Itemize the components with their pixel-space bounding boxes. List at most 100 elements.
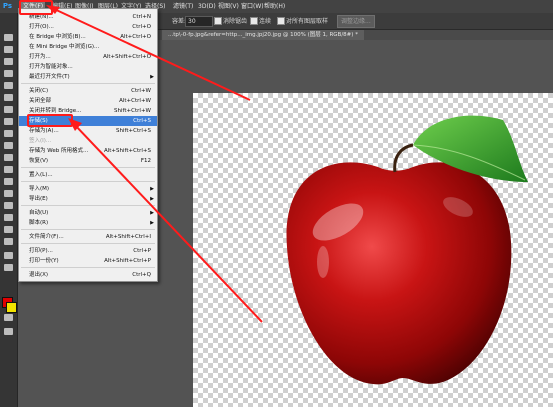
menu-window[interactable]: 窗口(W) <box>241 1 264 12</box>
tolerance-label: 容差: <box>172 18 187 25</box>
menu-item-recent-files[interactable]: 最近打开文件(T) ▶ <box>19 72 157 82</box>
menu-item-label: 文件简介(F)... <box>29 234 64 240</box>
menu-item-exit[interactable]: 退出(X) Ctrl+Q <box>19 270 157 280</box>
menu-item-print[interactable]: 打印(P)... Ctrl+P <box>19 246 157 256</box>
file-menu-dropdown: 新建(N)... Ctrl+N 打开(O)... Ctrl+O 在 Bridge… <box>18 8 158 282</box>
menu-item-automate[interactable]: 自动(U) ▶ <box>19 208 157 218</box>
magic-wand-tool-icon[interactable] <box>3 69 14 78</box>
dodge-tool-icon[interactable] <box>3 189 14 198</box>
tolerance-input[interactable]: 30 <box>185 16 213 27</box>
antialias-checkbox[interactable] <box>214 17 222 25</box>
sample-all-label: 对所有图层取样 <box>286 18 329 25</box>
menu-separator <box>21 229 155 230</box>
menu-item-label: 导入(M) <box>29 186 50 192</box>
eyedropper-tool-icon[interactable] <box>3 93 14 102</box>
menu-item-check-in[interactable]: 签入(I)... <box>19 136 157 146</box>
menu-item-scripts[interactable]: 脚本(R) ▶ <box>19 218 157 228</box>
menu-item-shortcut: Ctrl+S <box>133 118 151 124</box>
menu-item-print-one-copy[interactable]: 打印一份(Y) Alt+Shift+Ctrl+P <box>19 256 157 266</box>
antialias-label: 消除锯齿 <box>223 18 248 25</box>
ps-logo-icon: Ps <box>2 2 13 10</box>
brush-tool-icon[interactable] <box>3 117 14 126</box>
healing-tool-icon[interactable] <box>3 105 14 114</box>
sample-all-checkbox[interactable] <box>277 17 285 25</box>
menu-separator <box>21 83 155 84</box>
crop-tool-icon[interactable] <box>3 81 14 90</box>
gradient-tool-icon[interactable] <box>3 165 14 174</box>
move-tool-icon[interactable] <box>3 33 14 42</box>
menu-item-file-info[interactable]: 文件简介(F)... Alt+Shift+Ctrl+I <box>19 232 157 242</box>
menu-item-label: 打印(P)... <box>29 248 53 254</box>
history-brush-tool-icon[interactable] <box>3 141 14 150</box>
menu-item-label: 存储为 Web 所用格式... <box>29 148 89 154</box>
menu-item-shortcut: Alt+Shift+Ctrl+O <box>103 54 151 60</box>
menu-item-label: 在 Mini Bridge 中浏览(G)... <box>29 44 100 50</box>
contiguous-checkbox[interactable] <box>250 17 258 25</box>
menu-item-open-smart-object[interactable]: 打开为智能对象... <box>19 62 157 72</box>
shape-tool-icon[interactable] <box>3 237 14 246</box>
hand-tool-icon[interactable] <box>3 251 14 260</box>
menu-view[interactable]: 视图(V) <box>218 1 239 12</box>
submenu-arrow-icon: ▶ <box>150 196 154 202</box>
submenu-arrow-icon: ▶ <box>150 186 154 192</box>
menu-item-label: 打开为智能对象... <box>29 64 73 70</box>
eraser-tool-icon[interactable] <box>3 153 14 162</box>
menu-item-shortcut: Alt+Ctrl+O <box>120 34 151 40</box>
menu-item-label: 恢复(V) <box>29 158 49 164</box>
menu-item-label: 打印一份(Y) <box>29 258 59 264</box>
menu-item-label: 导出(E) <box>29 196 48 202</box>
menu-item-label: 存储为(A)... <box>29 128 59 134</box>
menu-item-open-as[interactable]: 打开为... Alt+Shift+Ctrl+O <box>19 52 157 62</box>
stamp-tool-icon[interactable] <box>3 129 14 138</box>
menu-item-shortcut: Ctrl+N <box>132 14 151 20</box>
type-tool-icon[interactable] <box>3 213 14 222</box>
menu-item-shortcut: F12 <box>140 158 151 164</box>
pen-tool-icon[interactable] <box>3 201 14 210</box>
menu-item-shortcut: Alt+Shift+Ctrl+P <box>104 258 151 264</box>
menu-item-label: 打开为... <box>29 54 51 60</box>
menu-filter[interactable]: 滤镜(T) <box>173 1 193 12</box>
menu-item-save-for-web[interactable]: 存储为 Web 所用格式... Alt+Shift+Ctrl+S <box>19 146 157 156</box>
screen-mode-icon[interactable] <box>3 327 14 336</box>
refine-edge-button[interactable]: 调整边缘... <box>337 15 375 28</box>
quick-mask-icon[interactable] <box>3 313 14 322</box>
menu-item-label: 关闭全部 <box>29 98 52 104</box>
menu-item-shortcut: Ctrl+O <box>132 24 151 30</box>
submenu-arrow-icon: ▶ <box>150 74 154 80</box>
save-item-highlight-box <box>27 114 73 127</box>
menu-item-shortcut: Alt+Shift+Ctrl+I <box>105 234 151 240</box>
submenu-arrow-icon: ▶ <box>150 210 154 216</box>
submenu-arrow-icon: ▶ <box>150 220 154 226</box>
background-color-swatch[interactable] <box>6 302 17 313</box>
menu-separator <box>21 205 155 206</box>
menu-item-label: 最近打开文件(T) <box>29 74 70 80</box>
menu-3d[interactable]: 3D(D) <box>198 1 216 12</box>
menu-item-label: 自动(U) <box>29 210 49 216</box>
toolbox <box>0 13 18 407</box>
path-select-tool-icon[interactable] <box>3 225 14 234</box>
menu-help[interactable]: 帮助(H) <box>264 1 285 12</box>
contiguous-label: 连续 <box>259 18 272 25</box>
menu-item-import[interactable]: 导入(M) ▶ <box>19 184 157 194</box>
menu-item-revert[interactable]: 恢复(V) F12 <box>19 156 157 166</box>
menu-item-browse-mini-bridge[interactable]: 在 Mini Bridge 中浏览(G)... <box>19 42 157 52</box>
menu-item-open[interactable]: 打开(O)... Ctrl+O <box>19 22 157 32</box>
menu-separator <box>21 181 155 182</box>
menu-item-export[interactable]: 导出(E) ▶ <box>19 194 157 204</box>
lasso-tool-icon[interactable] <box>3 57 14 66</box>
menu-item-browse-bridge[interactable]: 在 Bridge 中浏览(B)... Alt+Ctrl+O <box>19 32 157 42</box>
menu-item-label: 退出(X) <box>29 272 49 278</box>
menu-item-place[interactable]: 置入(L)... <box>19 170 157 180</box>
blur-tool-icon[interactable] <box>3 177 14 186</box>
menu-item-close[interactable]: 关闭(C) Ctrl+W <box>19 86 157 96</box>
menu-separator <box>21 243 155 244</box>
menu-item-label: 置入(L)... <box>29 172 53 178</box>
menu-item-close-all[interactable]: 关闭全部 Alt+Ctrl+W <box>19 96 157 106</box>
marquee-tool-icon[interactable] <box>3 45 14 54</box>
menu-item-label: 在 Bridge 中浏览(B)... <box>29 34 86 40</box>
zoom-tool-icon[interactable] <box>3 263 14 272</box>
document-tab[interactable]: ...tp\-0-fp.jpg&refer=http..._img.jpj20.… <box>162 30 364 40</box>
menu-item-shortcut: Ctrl+P <box>133 248 151 254</box>
menu-item-save-as[interactable]: 存储为(A)... Shift+Ctrl+S <box>19 126 157 136</box>
menu-separator <box>21 267 155 268</box>
